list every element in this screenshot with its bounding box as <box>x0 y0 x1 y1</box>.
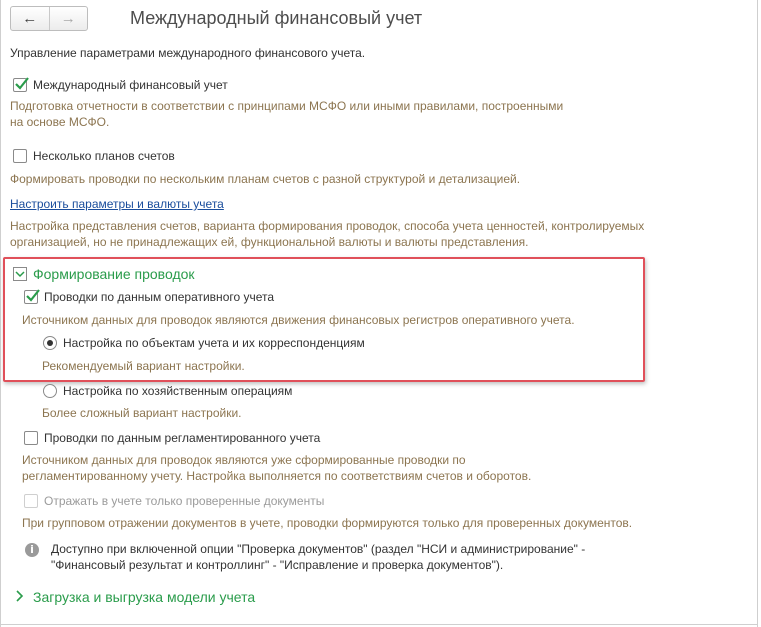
multi-plans-description: Формировать проводки по нескольким плана… <box>10 172 521 186</box>
window-border-right <box>757 0 758 627</box>
info-text: Доступно при включенной опции "Проверка … <box>51 542 586 556</box>
info-text-2: "Финансовый результат и контроллинг" - "… <box>51 558 504 572</box>
msfo-description: Подготовка отчетности в соответствии с п… <box>10 99 564 113</box>
radio-business-operations[interactable] <box>43 384 57 398</box>
radio-business-operations-description: Более сложный вариант настройки. <box>42 406 242 420</box>
settings-currencies-link[interactable]: Настроить параметры и валюты учета <box>10 196 224 212</box>
verified-docs-checkbox[interactable] <box>24 494 38 508</box>
back-arrow-icon[interactable]: ← <box>11 7 50 30</box>
msfo-checkbox[interactable] <box>13 77 29 92</box>
multi-plans-checkbox[interactable] <box>13 149 27 163</box>
settings-description: Настройка представления счетов, варианта… <box>10 219 645 233</box>
navigation-buttons: ← → <box>10 6 88 31</box>
regulated-checkbox[interactable] <box>24 431 38 445</box>
regulated-description-2: регламентированному учету. Настройка вып… <box>22 469 532 483</box>
verified-docs-label[interactable]: Отражать в учете только проверенные доку… <box>44 493 324 509</box>
settings-description-2: организацией, но не принадлежащих ей, фу… <box>10 235 529 249</box>
msfo-label[interactable]: Международный финансовый учет <box>33 77 228 93</box>
page-title: Международный финансовый учет <box>130 8 423 28</box>
forward-arrow-icon[interactable]: → <box>50 7 88 30</box>
model-group-title[interactable]: Загрузка и выгрузка модели учета <box>33 589 255 605</box>
msfo-description-2: на основе МСФО. <box>10 115 110 129</box>
window-border-left <box>0 0 1 627</box>
regulated-description: Источником данных для проводок являются … <box>22 453 466 467</box>
window-border-bottom <box>0 624 758 625</box>
radio-business-operations-label[interactable]: Настройка по хозяйственным операциям <box>63 383 292 399</box>
header-description: Управление параметрами международного фи… <box>10 46 366 60</box>
multi-plans-label[interactable]: Несколько планов счетов <box>33 148 175 164</box>
regulated-label[interactable]: Проводки по данным регламентированного у… <box>44 430 320 446</box>
highlight-frame <box>3 257 645 382</box>
info-icon: i <box>25 543 39 557</box>
chevron-right-icon[interactable] <box>15 590 25 602</box>
verified-docs-description: При групповом отражении документов в уче… <box>22 516 633 530</box>
